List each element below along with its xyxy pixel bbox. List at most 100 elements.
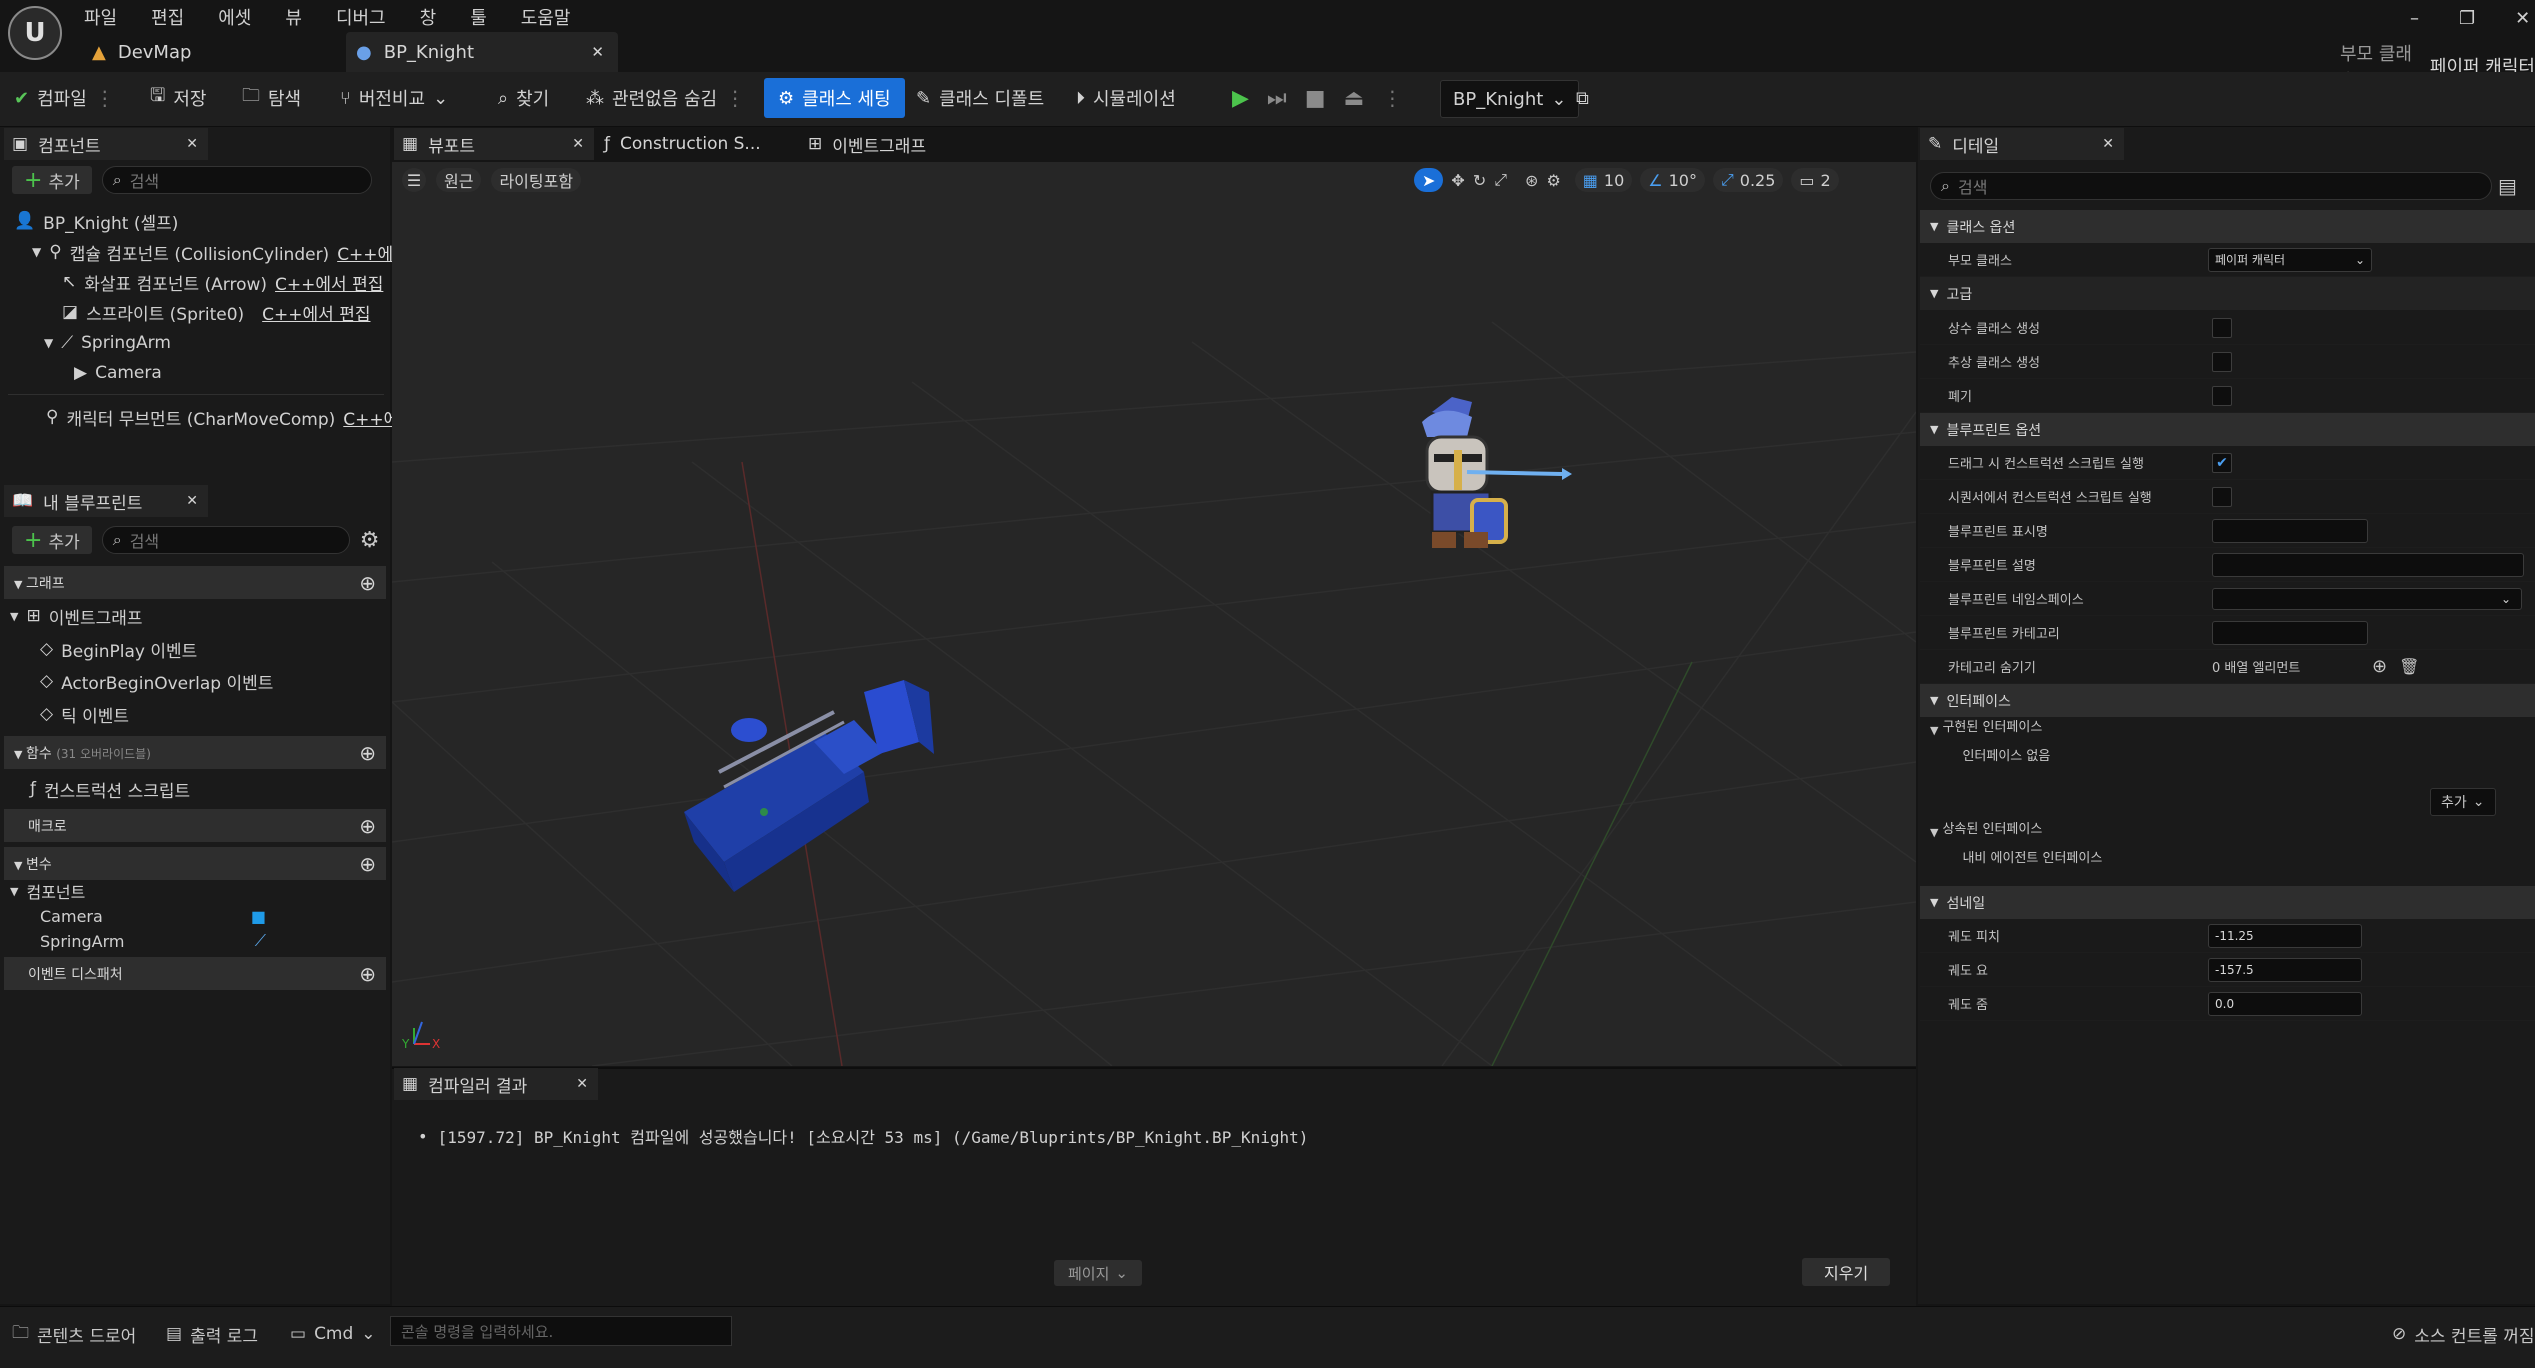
cmd-select[interactable]: ▭ Cmd ⌄ bbox=[290, 1318, 376, 1350]
blueprint-search-input[interactable]: ⌕ 검색 bbox=[101, 526, 350, 554]
deprecated-checkbox[interactable] bbox=[2212, 385, 2232, 406]
browse-button[interactable]: 🗀 탐색 bbox=[242, 78, 301, 118]
content-drawer-button[interactable]: 🗀 콘텐츠 드로어 bbox=[12, 1318, 136, 1350]
tab-details[interactable]: ✎ 디테일 ✕ bbox=[1920, 128, 2124, 160]
section-advanced[interactable]: ▼ 고급 bbox=[1920, 277, 2535, 310]
add-blueprint-item-button[interactable]: + 추가 bbox=[12, 526, 92, 554]
category-input[interactable] bbox=[2212, 620, 2368, 645]
class-settings-button[interactable]: ⚙ 클래스 세팅 bbox=[764, 78, 905, 118]
surface-snap-icon[interactable]: ⚙ bbox=[1546, 171, 1560, 190]
world-local-icon[interactable]: ⊛ bbox=[1525, 171, 1538, 190]
debug-object-select[interactable]: BP_Knight ⌄ bbox=[1440, 80, 1580, 118]
add-circle-icon[interactable]: ⊕ bbox=[359, 741, 376, 765]
close-icon[interactable]: ✕ bbox=[2102, 136, 2114, 152]
tab-bp-knight[interactable]: ● BP_Knight ✕ bbox=[346, 32, 618, 72]
component-item[interactable]: ▼ ⚲ 캡슐 컴포넌트 (CollisionCylinder) C++에... bbox=[32, 237, 409, 267]
section-thumbnail[interactable]: ▼ 섬네일 bbox=[1920, 886, 2535, 919]
event-item[interactable]: ◇ BeginPlay 이벤트 bbox=[40, 634, 197, 664]
select-tool-icon[interactable]: ➤ bbox=[1414, 168, 1444, 192]
add-circle-icon[interactable]: ⊕ bbox=[359, 571, 376, 595]
view-options-icon[interactable]: ▤ bbox=[2498, 174, 2517, 198]
debug-filter-icon[interactable]: ⧉ bbox=[1576, 78, 1589, 118]
run-cs-on-drag-checkbox[interactable]: ✔ bbox=[2212, 452, 2232, 473]
compile-button[interactable]: ✔ 컴파일 ⋮ bbox=[14, 78, 115, 118]
gear-icon[interactable]: ⚙ bbox=[360, 528, 380, 553]
tab-event-graph[interactable]: ⊞ 이벤트그래프 bbox=[800, 128, 998, 160]
add-circle-icon[interactable]: ⊕ bbox=[2372, 656, 2387, 677]
eject-icon[interactable]: ⏏ bbox=[1344, 86, 1365, 111]
section-class-options[interactable]: ▼ 클래스 옵션 bbox=[1920, 210, 2535, 243]
edit-cpp-link[interactable]: C++에서 편집 bbox=[275, 270, 383, 295]
tab-construction-script[interactable]: ƒ Construction S... bbox=[596, 128, 794, 160]
add-interface-button[interactable]: 추가 ⌄ bbox=[2430, 788, 2496, 816]
perspective-button[interactable]: 원근 bbox=[436, 168, 482, 192]
menu-file[interactable]: 파일 bbox=[84, 4, 117, 30]
more-options-icon[interactable]: ⋮ bbox=[725, 86, 745, 110]
component-item[interactable]: ◪ 스프라이트 (Sprite0) C++에서 편집 bbox=[62, 297, 371, 327]
component-item[interactable]: ▶ Camera bbox=[74, 358, 162, 388]
camera-speed-button[interactable]: ▭ 2 bbox=[1791, 168, 1839, 192]
menu-edit[interactable]: 편집 bbox=[151, 4, 184, 30]
event-item[interactable]: ◇ ActorBeginOverlap 이벤트 bbox=[40, 666, 273, 696]
more-options-icon[interactable]: ⋮ bbox=[95, 86, 115, 110]
step-icon[interactable]: ⏭ bbox=[1267, 86, 1287, 111]
orbit-pitch-input[interactable]: -11.25 bbox=[2208, 923, 2362, 948]
add-circle-icon[interactable]: ⊕ bbox=[359, 814, 376, 838]
event-graph-item[interactable]: ▼ ⊞ 이벤트그래프 bbox=[10, 601, 143, 631]
display-name-input[interactable] bbox=[2212, 518, 2368, 543]
component-item[interactable]: ⚲ 캐릭터 무브먼트 (CharMoveComp) C++에... bbox=[46, 402, 416, 432]
event-item[interactable]: ◇ 틱 이벤트 bbox=[40, 699, 129, 729]
component-item[interactable]: ↖ 화살표 컴포넌트 (Arrow) C++에서 편집 bbox=[62, 267, 383, 297]
orbit-zoom-input[interactable]: 0.0 bbox=[2208, 991, 2362, 1016]
save-button[interactable]: 🖫 저장 bbox=[150, 78, 206, 118]
unreal-logo-icon[interactable]: U bbox=[8, 6, 62, 60]
knight-sprite[interactable] bbox=[1372, 392, 1572, 572]
menu-asset[interactable]: 에셋 bbox=[218, 4, 251, 30]
trash-icon[interactable]: 🗑 bbox=[2399, 657, 2419, 676]
clear-button[interactable]: 지우기 bbox=[1802, 1258, 1891, 1286]
find-button[interactable]: ⌕ 찾기 bbox=[498, 78, 549, 118]
hide-unrelated-button[interactable]: ⁂ 관련없음 숨김 ⋮ bbox=[586, 78, 745, 118]
components-search-input[interactable]: ⌕ 검색 bbox=[101, 166, 372, 194]
const-class-checkbox[interactable] bbox=[2212, 317, 2232, 338]
class-defaults-button[interactable]: ✎ 클래스 디폴트 bbox=[916, 78, 1044, 118]
scale-tool-icon[interactable]: ⤢ bbox=[1494, 170, 1507, 190]
page-select[interactable]: 페이지 ⌄ bbox=[1054, 1260, 1142, 1286]
edit-cpp-link[interactable]: C++에서 편집 bbox=[262, 300, 370, 325]
lighting-button[interactable]: 라이팅포함 bbox=[491, 168, 582, 192]
tab-viewport[interactable]: ▦ 뷰포트 ✕ bbox=[394, 128, 594, 160]
output-log-button[interactable]: ▤ 출력 로그 bbox=[166, 1318, 258, 1350]
menu-window[interactable]: 창 bbox=[420, 4, 437, 30]
section-event-dispatchers[interactable]: 이벤트 디스패처 ⊕ bbox=[4, 957, 386, 990]
construction-script-item[interactable]: ƒ 컨스트럭션 스크립트 bbox=[30, 774, 190, 804]
window-close-icon[interactable]: ✕ bbox=[2515, 8, 2530, 29]
play-options-icon[interactable]: ⋮ bbox=[1382, 86, 1402, 110]
section-graphs[interactable]: ▼ 그래프 ⊕ bbox=[4, 566, 386, 599]
tab-compiler-results[interactable]: ▦ 컴파일러 결과 ✕ bbox=[394, 1068, 598, 1100]
menu-debug[interactable]: 디버그 bbox=[336, 4, 386, 30]
console-input[interactable]: 콘솔 명령을 입력하세요. bbox=[390, 1316, 732, 1346]
add-component-button[interactable]: + 추가 bbox=[12, 166, 92, 194]
close-icon[interactable]: ✕ bbox=[186, 136, 198, 152]
add-circle-icon[interactable]: ⊕ bbox=[359, 962, 376, 986]
stop-icon[interactable]: ■ bbox=[1305, 86, 1326, 111]
variable-item[interactable]: SpringArm ⟋ bbox=[40, 926, 266, 956]
menu-tools[interactable]: 툴 bbox=[470, 4, 487, 30]
parent-class-select[interactable]: 페이퍼 캐릭터 ⌄ bbox=[2208, 247, 2372, 272]
close-icon[interactable]: ✕ bbox=[576, 1076, 588, 1092]
minimize-icon[interactable]: – bbox=[2410, 8, 2419, 29]
diff-button[interactable]: ⑂ 버전비교 ⌄ bbox=[340, 78, 448, 118]
grid-snap-button[interactable]: ▦ 10 bbox=[1574, 168, 1633, 192]
namespace-input[interactable]: ⌄ bbox=[2212, 587, 2522, 610]
source-control-button[interactable]: ⊘ 소스 컨트롤 꺼짐 bbox=[2392, 1318, 2535, 1350]
menu-help[interactable]: 도움말 bbox=[521, 4, 571, 30]
scale-snap-button[interactable]: ⤢ 0.25 bbox=[1712, 168, 1784, 192]
rotate-tool-icon[interactable]: ↻ bbox=[1473, 171, 1486, 190]
translate-tool-icon[interactable]: ✥ bbox=[1451, 171, 1464, 190]
play-icon[interactable]: ▶ bbox=[1232, 86, 1249, 111]
close-icon[interactable]: ✕ bbox=[186, 493, 198, 509]
section-functions[interactable]: ▼ 함수 (31 오버라이드블) ⊕ bbox=[4, 736, 386, 769]
menu-view[interactable]: 뷰 bbox=[285, 4, 302, 30]
run-cs-in-sequencer-checkbox[interactable] bbox=[2212, 486, 2232, 507]
abstract-class-checkbox[interactable] bbox=[2212, 351, 2232, 372]
